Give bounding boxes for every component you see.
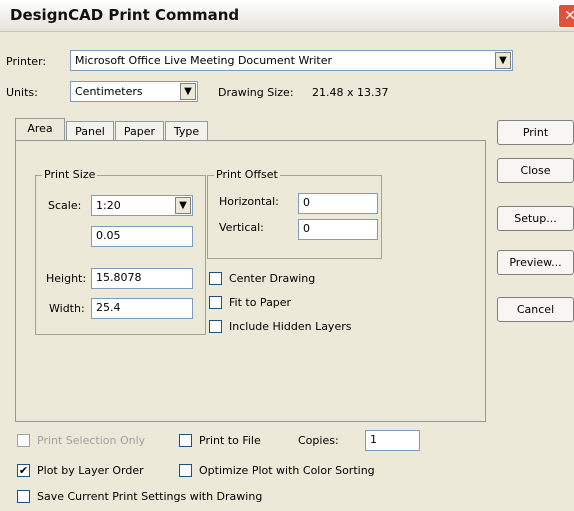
title-bar: DesignCAD Print Command ✕ [0, 0, 574, 32]
print-size-group: Print Size Scale: 1:20 ▼ 0.05 Height: 15… [35, 168, 206, 335]
horizontal-offset-field[interactable]: 0 [298, 193, 378, 214]
window-title: DesignCAD Print Command [10, 6, 240, 24]
drawing-size-value: 21.48 x 13.37 [312, 86, 389, 99]
scale-ratio-field[interactable]: 0.05 [91, 226, 193, 247]
vertical-offset-field[interactable]: 0 [298, 219, 378, 240]
plot-by-layer-order-label: Plot by Layer Order [37, 464, 144, 477]
include-hidden-layers-label: Include Hidden Layers [229, 320, 352, 333]
width-field[interactable]: 25.4 [91, 298, 193, 319]
chevron-down-icon[interactable]: ▼ [175, 197, 191, 214]
printer-value: Microsoft Office Live Meeting Document W… [75, 54, 333, 67]
check-icon: ✔ [18, 464, 29, 477]
print-size-title: Print Size [42, 168, 98, 181]
tab-area[interactable]: Area [15, 118, 65, 141]
center-drawing-checkbox[interactable] [209, 272, 222, 285]
vertical-label: Vertical: [219, 221, 264, 234]
print-offset-title: Print Offset [214, 168, 280, 181]
units-select[interactable]: Centimeters ▼ [70, 81, 198, 102]
plot-by-layer-order-checkbox[interactable]: ✔ [17, 464, 30, 477]
area-tab-panel: Print Size Scale: 1:20 ▼ 0.05 Height: 15… [15, 140, 486, 422]
cancel-button[interactable]: Cancel [497, 297, 574, 322]
height-field[interactable]: 15.8078 [91, 268, 193, 289]
include-hidden-layers-checkbox[interactable] [209, 320, 222, 333]
copies-field[interactable]: 1 [365, 430, 420, 451]
height-label: Height: [46, 272, 87, 285]
scale-value: 1:20 [96, 199, 121, 212]
print-selection-only-label: Print Selection Only [37, 434, 146, 447]
printer-select[interactable]: Microsoft Office Live Meeting Document W… [70, 50, 513, 71]
save-settings-checkbox[interactable] [17, 490, 30, 503]
scale-label: Scale: [48, 199, 82, 212]
tab-panel[interactable]: Panel [66, 121, 114, 141]
copies-label: Copies: [298, 434, 339, 447]
preview-button[interactable]: Preview... [497, 250, 574, 275]
drawing-size-label: Drawing Size: [218, 86, 294, 99]
center-drawing-label: Center Drawing [229, 272, 316, 285]
printer-label: Printer: [6, 55, 47, 68]
save-settings-label: Save Current Print Settings with Drawing [37, 490, 263, 503]
chevron-down-icon[interactable]: ▼ [495, 52, 511, 69]
close-button[interactable]: Close [497, 158, 574, 183]
print-button[interactable]: Print [497, 120, 574, 145]
tab-type[interactable]: Type [165, 121, 208, 141]
fit-to-paper-checkbox[interactable] [209, 296, 222, 309]
close-icon[interactable]: ✕ [558, 4, 574, 28]
print-selection-only-checkbox[interactable] [17, 434, 30, 447]
print-to-file-label: Print to File [199, 434, 261, 447]
width-label: Width: [49, 302, 85, 315]
units-label: Units: [6, 86, 38, 99]
print-offset-group: Print Offset Horizontal: 0 Vertical: 0 [207, 168, 382, 259]
print-to-file-checkbox[interactable] [179, 434, 192, 447]
scale-select[interactable]: 1:20 ▼ [91, 195, 193, 216]
optimize-plot-checkbox[interactable] [179, 464, 192, 477]
optimize-plot-label: Optimize Plot with Color Sorting [199, 464, 375, 477]
tab-paper[interactable]: Paper [115, 121, 164, 141]
setup-button[interactable]: Setup... [497, 206, 574, 231]
horizontal-label: Horizontal: [219, 195, 279, 208]
units-value: Centimeters [75, 85, 143, 98]
fit-to-paper-label: Fit to Paper [229, 296, 292, 309]
chevron-down-icon[interactable]: ▼ [180, 83, 196, 100]
